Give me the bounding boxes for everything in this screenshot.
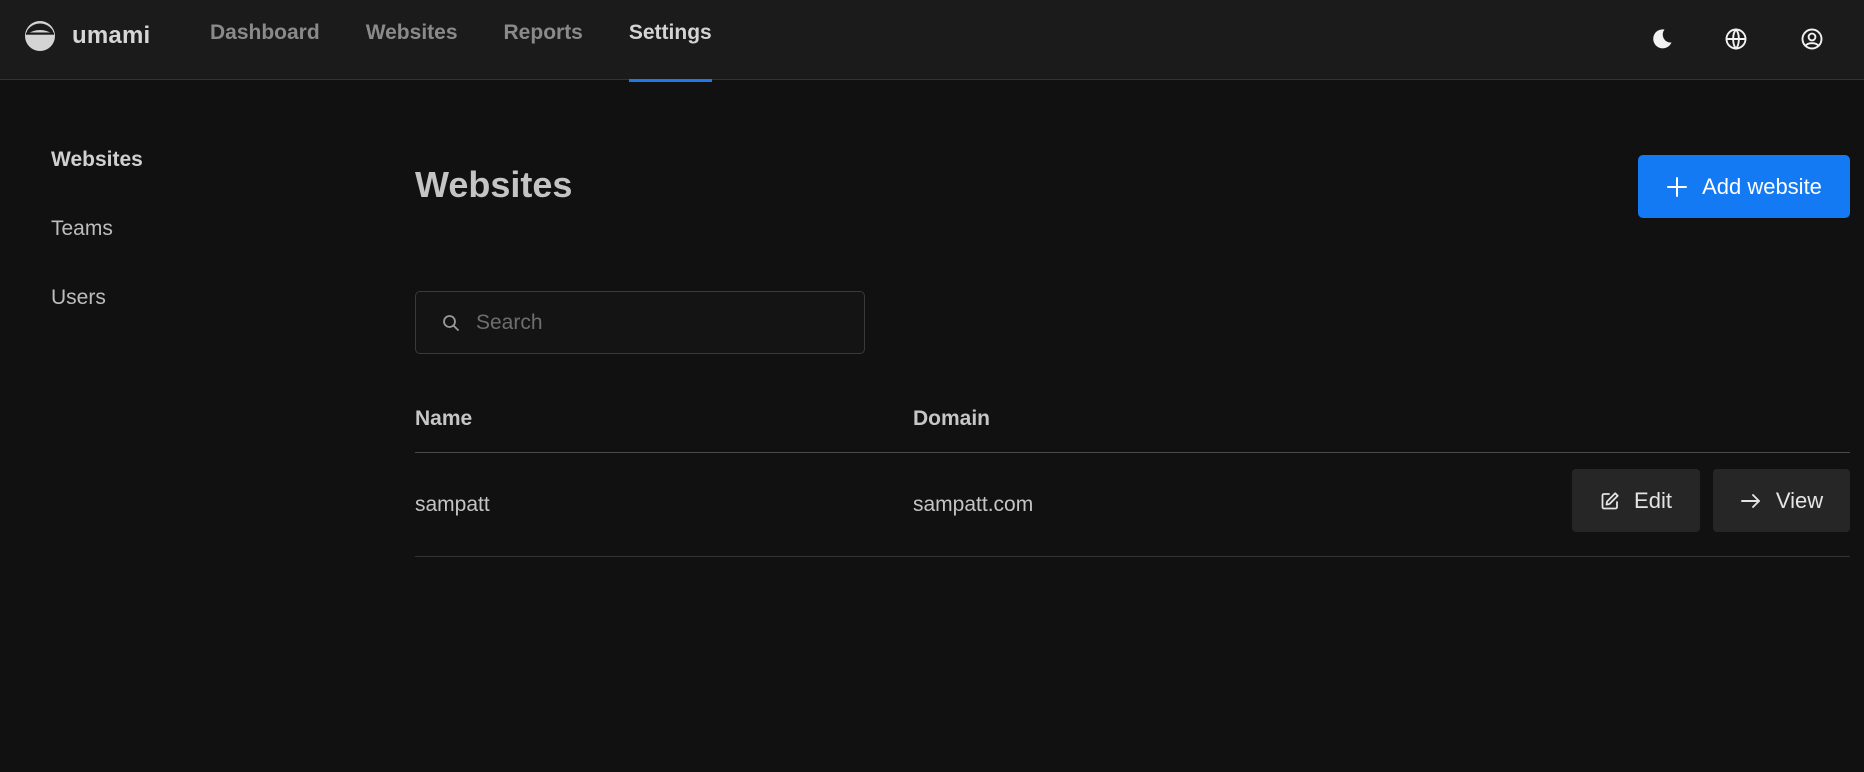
view-button[interactable]: View bbox=[1713, 469, 1850, 532]
user-icon[interactable] bbox=[1797, 24, 1827, 54]
nav-settings[interactable]: Settings bbox=[628, 0, 712, 82]
website-name: sampatt bbox=[415, 493, 490, 516]
sidebar-item-users[interactable]: Users bbox=[51, 286, 143, 316]
edit-icon bbox=[1600, 491, 1620, 511]
nav-dashboard[interactable]: Dashboard bbox=[210, 0, 320, 80]
column-header-domain: Domain bbox=[913, 407, 991, 430]
brand-name: umami bbox=[72, 22, 151, 49]
main-nav: Dashboard Websites Reports Settings bbox=[210, 0, 758, 82]
search-box bbox=[415, 291, 865, 354]
edit-label: Edit bbox=[1634, 487, 1672, 513]
sidebar-item-teams[interactable]: Teams bbox=[51, 217, 143, 247]
table-header: Name Domain bbox=[415, 395, 1850, 453]
column-header-name: Name bbox=[415, 407, 473, 430]
view-label: View bbox=[1775, 487, 1824, 513]
search-input[interactable] bbox=[474, 292, 854, 353]
website-domain: sampatt.com bbox=[913, 493, 1034, 516]
brand[interactable]: umami bbox=[24, 20, 150, 52]
search-icon bbox=[443, 315, 459, 331]
add-website-button[interactable]: Add website bbox=[1638, 155, 1850, 218]
table-row: sampatt sampatt.com Edit View bbox=[415, 453, 1850, 557]
add-website-label: Add website bbox=[1702, 173, 1822, 199]
moon-icon[interactable] bbox=[1647, 24, 1677, 54]
globe-icon[interactable] bbox=[1721, 24, 1751, 54]
arrow-right-icon bbox=[1740, 491, 1762, 511]
umami-logo-icon bbox=[25, 21, 55, 51]
nav-reports[interactable]: Reports bbox=[504, 0, 583, 80]
settings-sidebar: Websites Teams Users bbox=[51, 148, 143, 355]
websites-table: Name Domain sampatt sampatt.com Edit Vie… bbox=[415, 395, 1850, 557]
page-title: Websites bbox=[415, 164, 573, 205]
edit-button[interactable]: Edit bbox=[1572, 469, 1700, 532]
top-header: umami Dashboard Websites Reports Setting… bbox=[0, 0, 1864, 82]
nav-websites[interactable]: Websites bbox=[366, 0, 458, 80]
plus-icon bbox=[1666, 176, 1688, 198]
sidebar-item-websites[interactable]: Websites bbox=[51, 148, 143, 178]
